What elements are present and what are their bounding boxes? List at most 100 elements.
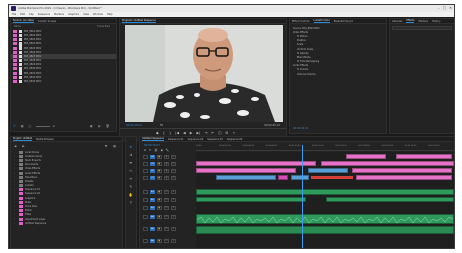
clip-v4-1[interactable] (346, 154, 386, 159)
program-timecode[interactable]: 00:00:16:04 (126, 124, 142, 127)
export-frame-button[interactable]: ◫ (218, 131, 221, 135)
sync-icon[interactable]: ⇆ (171, 162, 176, 166)
tab-history[interactable]: History (432, 20, 441, 23)
lock-icon[interactable]: 🔒 (157, 198, 162, 202)
clip-a4[interactable] (196, 214, 454, 224)
view-icon[interactable]: ▦ (113, 144, 116, 148)
ripple-edit-tool-icon[interactable]: ⇹ (130, 161, 133, 165)
expand-arrow-icon[interactable]: › (14, 180, 17, 183)
play-button[interactable]: ▶ (190, 131, 193, 135)
source-patch-toggle[interactable] (143, 169, 148, 173)
video-frame[interactable] (125, 25, 283, 122)
tab-markers[interactable]: Markers (418, 20, 428, 23)
track-label[interactable]: V4 (150, 155, 155, 159)
track-label[interactable]: A5 (150, 227, 155, 231)
monitor-scrubber[interactable] (120, 128, 286, 129)
expand-arrow-icon[interactable]: › (14, 205, 17, 208)
eye-icon[interactable]: ◉ (164, 162, 169, 166)
clip-a2-1[interactable] (196, 197, 306, 202)
tab-lumetri-color[interactable]: Lumetri Color (313, 19, 330, 23)
mute-icon[interactable]: M (164, 239, 169, 243)
sync-icon[interactable]: ⇆ (171, 176, 176, 180)
new-bin-icon[interactable]: ▣ (90, 124, 93, 128)
track-select-tool-icon[interactable]: ⇉ (130, 153, 133, 157)
list-view-icon[interactable]: ☰ (13, 124, 16, 128)
tab-media-browser[interactable]: Media Browser (36, 138, 54, 141)
sync-icon[interactable]: ⇆ (171, 169, 176, 173)
column-frame-rate[interactable]: Frame Rate (97, 25, 110, 28)
expand-arrow-icon[interactable]: › (14, 184, 17, 187)
mute-icon[interactable]: M (164, 190, 169, 194)
expand-arrow-icon[interactable]: › (14, 209, 17, 212)
track-area[interactable] (196, 145, 454, 248)
clip-v2-3[interactable] (352, 168, 452, 173)
expand-arrow-icon[interactable]: › (14, 151, 17, 154)
lock-icon[interactable]: 🔒 (157, 190, 162, 194)
source-patch-toggle[interactable] (143, 176, 148, 180)
solo-icon[interactable]: S (171, 206, 176, 210)
column-name[interactable]: Name (14, 25, 21, 28)
track-label[interactable]: V1 (150, 176, 155, 180)
lock-icon[interactable]: 🔒 (157, 155, 162, 159)
trash-icon[interactable]: 🗑 (106, 124, 110, 128)
effects-search-input[interactable] (392, 26, 452, 30)
mark-out-button[interactable]: } (169, 131, 171, 135)
lock-icon[interactable]: 🔒 (157, 162, 162, 166)
clip-v1-4[interactable] (356, 175, 452, 180)
lift-button[interactable]: ⇥ (204, 131, 207, 135)
source-patch-toggle[interactable] (143, 155, 148, 159)
expand-arrow-icon[interactable]: › (14, 188, 17, 191)
track-label[interactable]: A6 (150, 239, 155, 243)
expand-arrow-icon[interactable]: › (14, 222, 17, 225)
clip-v4-2[interactable] (396, 154, 452, 159)
clip-v2-2[interactable] (308, 168, 348, 173)
menu-clip[interactable]: Clip (29, 13, 34, 16)
extract-button[interactable]: ⇤ (211, 131, 214, 135)
expand-arrow-icon[interactable]: › (14, 159, 17, 162)
source-patch-toggle[interactable] (143, 227, 148, 231)
type-tool-icon[interactable]: T (130, 201, 132, 205)
source-patch-toggle[interactable] (143, 215, 148, 219)
expand-arrow-icon[interactable]: › (14, 197, 17, 200)
time-ruler[interactable]: 00:00 00:00:15:00 00:00:30:00 00:00:45:00 00… (196, 145, 454, 151)
tab-lumetri-scopes[interactable]: Lumetri Scopes (38, 20, 56, 23)
menu-graphics[interactable]: Graphics (68, 13, 79, 16)
hand-tool-icon[interactable]: ✋ (129, 193, 133, 197)
menu-window[interactable]: Window (93, 13, 103, 16)
clip-v3-1[interactable] (196, 161, 316, 166)
expand-arrow-icon[interactable]: › (14, 172, 17, 175)
track-label[interactable]: V2 (150, 169, 155, 173)
tab-sequence-01[interactable]: Sequence 01 (168, 138, 184, 141)
pen-tool-icon[interactable]: ✎ (130, 185, 133, 189)
solo-icon[interactable]: S (171, 227, 176, 231)
tab-sequence-03[interactable]: Sequence 03 (207, 138, 223, 141)
track-label[interactable]: A3 (150, 206, 155, 210)
menu-help[interactable]: Help (107, 13, 113, 16)
mute-icon[interactable]: M (164, 227, 169, 231)
mark-in-button[interactable]: { (163, 131, 165, 135)
button-editor-button[interactable]: + (232, 131, 235, 135)
lock-icon[interactable]: 🔒 (157, 206, 162, 210)
clip-v3-2[interactable] (321, 161, 454, 166)
forward-icon[interactable]: ▶ (22, 144, 24, 148)
back-icon[interactable]: ◀ (14, 144, 16, 148)
eye-icon[interactable]: ◉ (164, 155, 169, 159)
filter-icon[interactable]: ▼ (105, 144, 107, 148)
eye-icon[interactable]: ◉ (164, 169, 169, 173)
solo-icon[interactable]: S (171, 190, 176, 194)
clip-v1-1[interactable] (216, 175, 276, 180)
clip-a5[interactable] (196, 226, 454, 234)
tab-project[interactable]: Project: Untitled (13, 137, 33, 141)
mute-icon[interactable]: M (164, 206, 169, 210)
step-back-button[interactable]: ◀ (183, 131, 186, 135)
maximize-button[interactable]: □ (443, 6, 446, 10)
menu-edit[interactable]: Edit (20, 13, 25, 16)
solo-icon[interactable]: S (171, 215, 176, 219)
tab-source[interactable]: Source: (no clips) (13, 19, 34, 23)
lock-icon[interactable]: 🔒 (157, 227, 162, 231)
track-label[interactable]: A4 (150, 215, 155, 219)
mute-icon[interactable]: M (164, 198, 169, 202)
icon-view-icon[interactable]: ▦ (21, 124, 24, 128)
track-label[interactable]: V3 (150, 162, 155, 166)
source-patch-toggle[interactable] (143, 162, 148, 166)
